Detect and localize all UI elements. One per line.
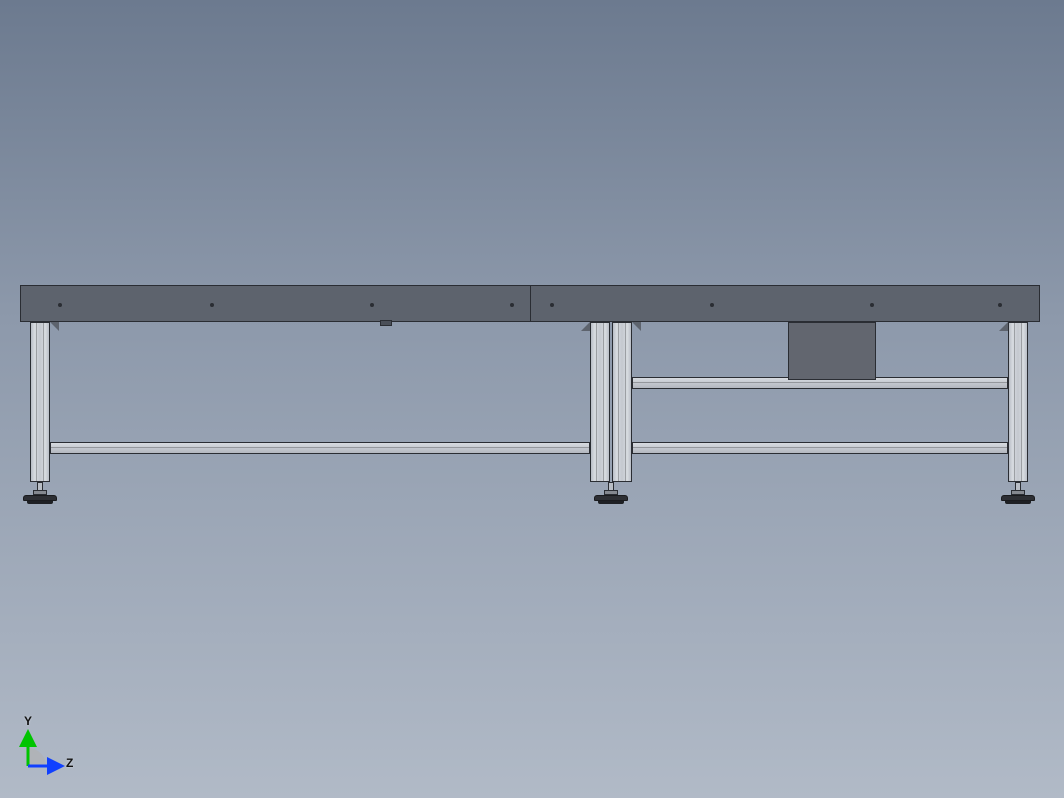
model-leveling-foot	[1001, 482, 1035, 506]
model-rail-lower-left	[50, 442, 590, 454]
model-leg	[30, 322, 50, 482]
view-triad[interactable]: Y Z	[22, 716, 78, 772]
model-leg	[590, 322, 610, 482]
model-deck-hole	[998, 303, 1002, 307]
model-leg	[1008, 322, 1028, 482]
model-deck-hole	[210, 303, 214, 307]
triad-axis-z-label: Z	[66, 756, 73, 770]
model-gusset	[50, 322, 59, 331]
model-leveling-foot	[594, 482, 628, 506]
model-bracket	[380, 320, 392, 326]
model-deck-hole	[58, 303, 62, 307]
triad-origin-icon	[28, 748, 46, 766]
cad-viewport[interactable]: Y Z	[0, 0, 1064, 798]
model-rail-lower-right	[632, 442, 1008, 454]
model-gusset	[632, 322, 641, 331]
model-table-frame	[20, 285, 1040, 509]
model-deck-seam	[530, 285, 531, 322]
model-deck-hole	[710, 303, 714, 307]
model-deck-hole	[870, 303, 874, 307]
model-deck-hole	[550, 303, 554, 307]
model-panel	[788, 322, 876, 380]
model-leveling-foot	[23, 482, 57, 506]
model-deck-hole	[370, 303, 374, 307]
triad-axis-y-label: Y	[24, 714, 32, 728]
model-gusset	[999, 322, 1008, 331]
model-gusset	[581, 322, 590, 331]
model-deck-hole	[510, 303, 514, 307]
model-leg	[612, 322, 632, 482]
